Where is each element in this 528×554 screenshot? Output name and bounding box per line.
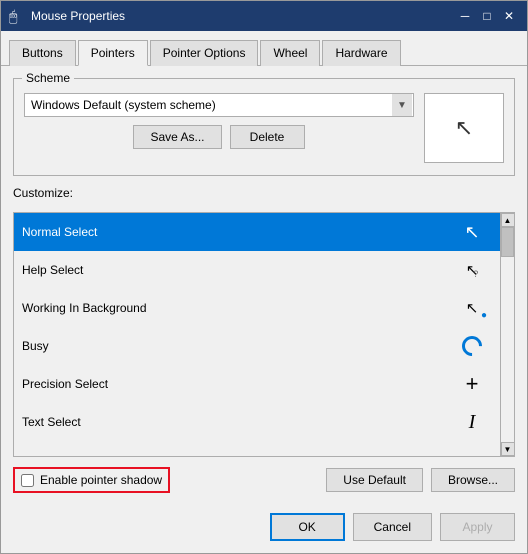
use-default-button[interactable]: Use Default <box>326 468 423 492</box>
browse-button[interactable]: Browse... <box>431 468 515 492</box>
cursor-icon-precision: + <box>452 369 492 399</box>
cursor-item-text[interactable]: Text Select I <box>14 403 500 441</box>
scroll-track[interactable] <box>501 227 514 442</box>
cursor-icon-normal: ↖ <box>452 217 492 247</box>
cursor-icon-working: ↖ ● <box>452 293 492 323</box>
tab-pointers[interactable]: Pointers <box>78 40 148 66</box>
cursor-name-text: Text Select <box>22 415 452 429</box>
scheme-legend: Scheme <box>22 71 74 85</box>
window-icon: 🖱 <box>9 8 25 24</box>
scheme-preview: ↖ <box>424 93 504 163</box>
maximize-button[interactable]: □ <box>477 6 497 26</box>
tab-wheel[interactable]: Wheel <box>260 40 320 66</box>
delete-button[interactable]: Delete <box>230 125 305 149</box>
scheme-left: Windows Default (system scheme) Windows … <box>24 93 414 149</box>
scheme-group: Scheme Windows Default (system scheme) W… <box>13 78 515 176</box>
cancel-button[interactable]: Cancel <box>353 513 432 541</box>
title-left: 🖱 Mouse Properties <box>9 8 125 24</box>
tabs-bar: Buttons Pointers Pointer Options Wheel H… <box>1 31 527 66</box>
cursor-item-precision[interactable]: Precision Select + <box>14 365 500 403</box>
tab-hardware[interactable]: Hardware <box>322 40 400 66</box>
ok-button[interactable]: OK <box>270 513 345 541</box>
cursor-name-busy: Busy <box>22 339 452 353</box>
cursor-icon-busy: ⠀ <box>452 331 492 361</box>
scroll-down-arrow[interactable]: ▼ <box>501 442 515 456</box>
dialog-buttons: OK Cancel Apply <box>1 505 527 553</box>
scheme-select[interactable]: Windows Default (system scheme) Windows … <box>24 93 414 117</box>
cursor-item-normal-select[interactable]: Normal Select ↖ <box>14 213 500 251</box>
cursor-name-precision: Precision Select <box>22 377 452 391</box>
cursor-name-normal: Normal Select <box>22 225 452 239</box>
cursor-item-help-select[interactable]: Help Select ↖? <box>14 251 500 289</box>
apply-button[interactable]: Apply <box>440 513 515 541</box>
scheme-buttons: Save As... Delete <box>24 125 414 149</box>
customize-label: Customize: <box>13 186 515 200</box>
preview-cursor-icon: ↖ <box>455 115 473 141</box>
cursor-list[interactable]: Normal Select ↖ Help Select ↖? Working I… <box>14 213 500 456</box>
tab-pointer-options[interactable]: Pointer Options <box>150 40 259 66</box>
cursor-name-working: Working In Background <box>22 301 452 315</box>
title-bar: 🖱 Mouse Properties ─ □ ✕ <box>1 1 527 31</box>
window-title: Mouse Properties <box>31 9 125 23</box>
cursor-icon-text: I <box>452 407 492 437</box>
minimize-button[interactable]: ─ <box>455 6 475 26</box>
tab-buttons[interactable]: Buttons <box>9 40 76 66</box>
cursor-list-container: Normal Select ↖ Help Select ↖? Working I… <box>13 212 515 457</box>
cursor-name-help: Help Select <box>22 263 452 277</box>
cursor-item-working[interactable]: Working In Background ↖ ● <box>14 289 500 327</box>
scheme-select-wrapper: Windows Default (system scheme) Windows … <box>24 93 414 117</box>
scroll-up-arrow[interactable]: ▲ <box>501 213 515 227</box>
bottom-options: Enable pointer shadow Use Default Browse… <box>13 467 515 493</box>
save-as-button[interactable]: Save As... <box>133 125 221 149</box>
cursor-item-busy[interactable]: Busy ⠀ <box>14 327 500 365</box>
enable-shadow-wrapper: Enable pointer shadow <box>13 467 170 493</box>
main-content: Scheme Windows Default (system scheme) W… <box>1 66 527 505</box>
close-button[interactable]: ✕ <box>499 6 519 26</box>
scrollbar[interactable]: ▲ ▼ <box>500 213 514 456</box>
title-buttons: ─ □ ✕ <box>455 6 519 26</box>
scroll-thumb[interactable] <box>501 227 514 257</box>
enable-shadow-checkbox[interactable] <box>21 474 34 487</box>
cursor-icon-help: ↖? <box>452 255 492 285</box>
mouse-properties-window: 🖱 Mouse Properties ─ □ ✕ Buttons Pointer… <box>0 0 528 554</box>
enable-shadow-label[interactable]: Enable pointer shadow <box>40 473 162 487</box>
